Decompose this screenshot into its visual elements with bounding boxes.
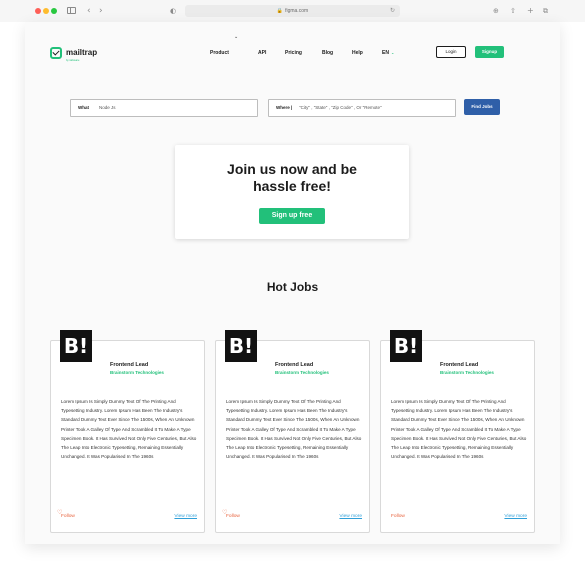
follow-label: Follow — [391, 514, 405, 519]
search-what-field[interactable]: What Node Js — [70, 99, 258, 117]
language-label: EN — [382, 50, 389, 56]
logo-text: mailtrap — [66, 48, 98, 57]
forward-icon[interactable]: › — [99, 5, 103, 17]
search-where-input[interactable]: "City" , "State" , "Zip Code" , Or "Remo… — [299, 100, 382, 116]
login-button[interactable]: Login — [436, 46, 466, 58]
mailtrap-logo-icon — [50, 47, 62, 59]
follow-label: Follow — [61, 514, 75, 519]
find-jobs-button[interactable]: Find Jobs — [464, 99, 500, 115]
signup-button[interactable]: Signup — [475, 46, 504, 58]
job-description: Lorem Ipsum Is Simply Dummy Text Of The … — [61, 399, 197, 460]
new-tab-icon[interactable]: + — [527, 5, 534, 17]
company-logo: B! — [225, 330, 257, 362]
search-what-input[interactable]: Node Js — [99, 100, 116, 116]
logo[interactable]: mailtrap by railsware — [50, 46, 98, 62]
view-more-link[interactable]: View more — [504, 514, 527, 519]
follow-button[interactable]: ♡ Follow — [222, 509, 240, 519]
close-window-button[interactable] — [35, 8, 41, 14]
sidebar-icon[interactable] — [67, 7, 76, 14]
minimize-window-button[interactable] — [43, 8, 49, 14]
download-icon[interactable]: ⊕ — [493, 5, 499, 17]
back-icon[interactable]: ‹ — [87, 5, 91, 17]
company-logo: B! — [60, 330, 92, 362]
job-company[interactable]: Brainstorm Technologies — [275, 370, 329, 375]
search-where-label: Where | — [276, 105, 293, 110]
nav-api[interactable]: API — [258, 50, 266, 56]
share-icon[interactable]: ⇧ — [510, 5, 516, 17]
hot-jobs-heading: Hot Jobs — [266, 280, 319, 294]
browser-toolbar: ‹ › ◐ 🔒 figma.com ↻ ⊕ ⇧ + ⧉ — [0, 0, 585, 22]
page-content: mailtrap by railsware ⌄ Product API Pric… — [25, 22, 560, 544]
job-company[interactable]: Brainstorm Technologies — [110, 370, 164, 375]
join-title: Join us now and be hassle free! — [227, 161, 357, 194]
logo-subtext: by railsware — [66, 59, 80, 62]
job-card: B! Frontend Lead Brainstorm Technologies… — [215, 330, 370, 533]
follow-button[interactable]: ♡ Follow — [57, 509, 75, 519]
address-bar[interactable]: 🔒 figma.com ↻ — [185, 5, 400, 17]
nav-pricing[interactable]: Pricing — [285, 50, 302, 56]
url-text: figma.com — [285, 8, 309, 14]
nav-product[interactable]: Product — [210, 50, 229, 56]
join-card: Join us now and be hassle free! Sign up … — [175, 145, 409, 239]
lock-icon: 🔒 — [276, 8, 284, 14]
heart-icon: ♡ — [222, 509, 228, 516]
job-card: B! Frontend Lead Brainstorm Technologies… — [50, 330, 205, 533]
job-title[interactable]: Frontend Lead — [110, 362, 148, 368]
sign-up-free-button[interactable]: Sign up free — [259, 208, 325, 224]
company-logo: B! — [390, 330, 422, 362]
tabs-icon[interactable]: ⧉ — [543, 5, 548, 17]
maximize-window-button[interactable] — [51, 8, 57, 14]
job-description: Lorem Ipsum Is Simply Dummy Text Of The … — [391, 399, 527, 460]
nav-help[interactable]: Help — [352, 50, 363, 56]
search-what-label: What — [78, 105, 89, 110]
heart-icon: ♡ — [57, 509, 63, 516]
job-title[interactable]: Frontend Lead — [275, 362, 313, 368]
chevron-down-icon: ⌄ — [234, 34, 239, 40]
view-more-link[interactable]: View more — [174, 514, 197, 519]
chevron-down-icon: ⌄ — [390, 50, 395, 55]
language-selector[interactable]: EN ⌄ — [382, 50, 394, 56]
follow-label: Follow — [226, 514, 240, 519]
shield-icon[interactable]: ◐ — [170, 5, 176, 17]
nav-blog[interactable]: Blog — [322, 50, 333, 56]
search-where-field[interactable]: Where | "City" , "State" , "Zip Code" , … — [268, 99, 456, 117]
job-description: Lorem Ipsum Is Simply Dummy Text Of The … — [226, 399, 362, 460]
job-card: B! Frontend Lead Brainstorm Technologies… — [380, 330, 535, 533]
job-company[interactable]: Brainstorm Technologies — [440, 370, 494, 375]
reload-icon[interactable]: ↻ — [390, 5, 395, 17]
follow-button[interactable]: Follow — [391, 514, 405, 519]
job-title[interactable]: Frontend Lead — [440, 362, 478, 368]
view-more-link[interactable]: View more — [339, 514, 362, 519]
